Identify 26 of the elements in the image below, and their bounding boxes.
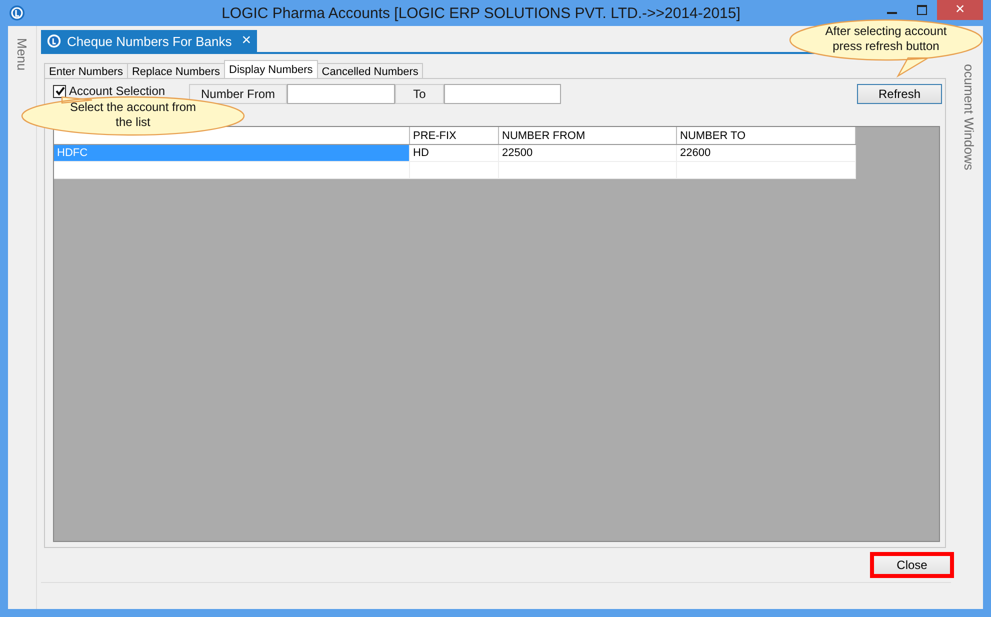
table-cell: 22600: [676, 144, 856, 162]
column-header[interactable]: PRE-FIX: [410, 127, 498, 144]
field-label: Number From: [200, 87, 275, 101]
refresh-button[interactable]: Refresh: [857, 84, 942, 104]
callout-text: After selecting account press refresh button: [824, 24, 948, 54]
table-cell: HDFC: [54, 144, 410, 162]
field-label: To: [413, 87, 426, 101]
table-cell: HD: [410, 144, 498, 162]
close-button[interactable]: ×: [937, 0, 983, 20]
document-windows-panel-label[interactable]: ocument Windows: [962, 64, 976, 170]
table-row[interactable]: HDFC HD 22500 22600: [54, 144, 856, 162]
tab-close-button[interactable]: ×: [238, 32, 252, 50]
tab[interactable]: Cancelled Numbers: [316, 63, 424, 78]
tab[interactable]: Display Numbers: [224, 60, 318, 78]
menu-panel-label[interactable]: Menu: [14, 38, 30, 71]
document-tab[interactable]: Cheque Numbers For Banks ×: [41, 30, 258, 52]
close-button[interactable]: Close: [870, 552, 954, 578]
column-header[interactable]: NUMBER TO: [676, 127, 856, 144]
tab[interactable]: Enter Numbers: [44, 63, 128, 78]
tab[interactable]: Replace Numbers: [126, 63, 226, 78]
document-tab-title: Cheque Numbers For Banks: [67, 34, 232, 48]
callout-text: Select the account from the list: [68, 100, 198, 130]
column-header[interactable]: NUMBER FROM: [498, 127, 676, 144]
table-cell: 22500: [498, 144, 676, 162]
checkbox-label: Account Selection: [69, 84, 166, 98]
window-title: LOGIC Pharma Accounts [LOGIC ERP SOLUTIONS PVT. LTD.->>2014-2015]: [220, 4, 742, 22]
